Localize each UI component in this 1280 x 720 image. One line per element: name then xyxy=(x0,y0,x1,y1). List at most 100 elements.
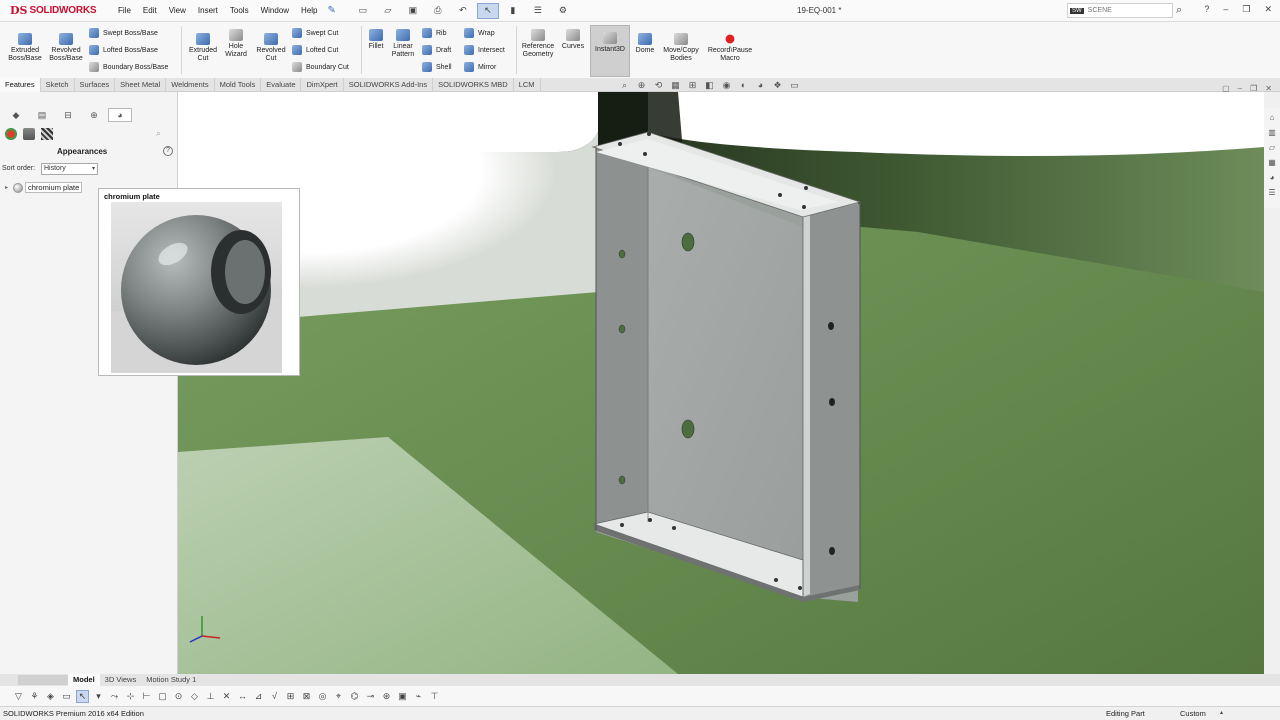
help-icon[interactable]: ? xyxy=(1204,4,1209,15)
extruded-boss-button[interactable]: Extruded Boss/Base xyxy=(6,33,44,63)
filter-connection-icon[interactable]: ⌁ xyxy=(412,690,425,703)
shell-button[interactable]: Shell xyxy=(422,62,452,72)
filter-cosmetic-icon[interactable]: ⌬ xyxy=(348,690,361,703)
menu-view[interactable]: View xyxy=(163,6,192,15)
part-model[interactable] xyxy=(591,131,862,602)
select-icon[interactable]: ↖ xyxy=(476,2,499,19)
appearance-tree-item[interactable]: ▸ chromium plate xyxy=(5,182,83,193)
open-icon[interactable]: ▱ xyxy=(377,3,399,19)
menu-file[interactable]: File xyxy=(112,6,137,15)
minimize-icon[interactable]: – xyxy=(1223,4,1228,15)
feature-manager-tab-icon[interactable]: ◆ xyxy=(4,108,28,122)
menu-edit[interactable]: Edit xyxy=(137,6,163,15)
print-icon[interactable]: ⎙ xyxy=(427,3,449,19)
extruded-cut-button[interactable]: Extruded Cut xyxy=(185,33,221,63)
filter-axes-icon[interactable]: ⊥ xyxy=(204,690,217,703)
previous-view-icon[interactable]: ⟲ xyxy=(652,80,665,91)
tab-solidworks-addins[interactable]: SOLIDWORKS Add-Ins xyxy=(344,78,434,92)
design-library-icon[interactable]: ▥ xyxy=(1266,126,1278,138)
select-dropdown-icon[interactable]: ▾ xyxy=(92,690,105,703)
apply-scene-icon[interactable]: ❖ xyxy=(771,80,784,91)
tab-3d-views[interactable]: 3D Views xyxy=(100,674,142,686)
pin-menu-icon[interactable]: ✎ xyxy=(328,5,336,16)
edit-appearance-icon[interactable]: ◕ xyxy=(754,80,767,91)
filter-icon[interactable]: ▽ xyxy=(12,690,25,703)
wrap-button[interactable]: Wrap xyxy=(464,28,495,38)
lofted-cut-button[interactable]: Lofted Cut xyxy=(292,45,338,55)
filter-points-icon[interactable]: ✕ xyxy=(220,690,233,703)
lofted-boss-button[interactable]: Lofted Boss/Base xyxy=(89,45,158,55)
filter-dimensions-icon[interactable]: ↔ xyxy=(236,690,249,703)
toggle-filter-icon[interactable]: ⚘ xyxy=(28,690,41,703)
zoom-area-icon[interactable]: ⊕ xyxy=(635,80,648,91)
tab-sheet-metal[interactable]: Sheet Metal xyxy=(115,78,167,92)
revolved-boss-button[interactable]: Revolved Boss/Base xyxy=(47,33,85,63)
view-settings-icon[interactable]: ▭ xyxy=(788,80,801,91)
filter-blocks-icon[interactable]: ▣ xyxy=(396,690,409,703)
tab-dimxpert[interactable]: DimXpert xyxy=(301,78,344,92)
graphics-area[interactable] xyxy=(178,92,1264,674)
undo-icon[interactable]: ↶ xyxy=(452,3,474,19)
scene-lights-cameras-icon[interactable] xyxy=(41,128,53,140)
linear-pattern-button[interactable]: Linear Pattern xyxy=(388,29,418,59)
configuration-manager-tab-icon[interactable]: ⊟ xyxy=(56,108,80,122)
move-copy-bodies-button[interactable]: Move/Copy Bodies xyxy=(659,33,703,63)
file-explorer-icon[interactable]: ▱ xyxy=(1266,141,1278,153)
rib-button[interactable]: Rib xyxy=(422,28,447,38)
boundary-cut-button[interactable]: Boundary Cut xyxy=(292,62,349,72)
unit-system-selector[interactable]: Custom xyxy=(1180,709,1206,718)
intersect-button[interactable]: Intersect xyxy=(464,45,505,55)
menu-help[interactable]: Help xyxy=(295,6,323,15)
solidworks-logo[interactable]: DS SOLIDWORKS xyxy=(0,4,112,17)
filter-routing-icon[interactable]: ⊤ xyxy=(428,690,441,703)
tab-solidworks-mbd[interactable]: SOLIDWORKS MBD xyxy=(433,78,514,92)
panel-search-icon[interactable]: ⌕ xyxy=(156,128,161,139)
file-properties-icon[interactable]: ☰ xyxy=(527,3,549,19)
solidworks-resources-icon[interactable]: ⌂ xyxy=(1266,111,1278,123)
tab-motion-study[interactable]: Motion Study 1 xyxy=(141,674,201,686)
reference-geometry-button[interactable]: Reference Geometry xyxy=(519,29,557,59)
dimxpert-manager-tab-icon[interactable]: ⊕ xyxy=(82,108,106,122)
selection-tools-icon[interactable]: ▭ xyxy=(60,690,73,703)
section-view-icon[interactable]: ▦ xyxy=(669,80,682,91)
save-icon[interactable]: ▣ xyxy=(402,3,424,19)
viewport-close-icon[interactable]: ✕ xyxy=(1265,84,1272,93)
custom-properties-icon[interactable]: ☰ xyxy=(1266,186,1278,198)
restore-icon[interactable]: ❐ xyxy=(1242,4,1250,15)
tab-mold-tools[interactable]: Mold Tools xyxy=(215,78,262,92)
record-macro-button[interactable]: Record\Pause Macro xyxy=(705,33,755,63)
filter-surface-finish-icon[interactable]: √ xyxy=(268,690,281,703)
tab-weldments[interactable]: Weldments xyxy=(166,78,215,92)
filter-hole-callout-icon[interactable]: ⊛ xyxy=(380,690,393,703)
sort-order-select[interactable]: History ▾ xyxy=(41,163,98,175)
viewport-restore-icon[interactable]: ❐ xyxy=(1250,84,1257,93)
decals-icon[interactable] xyxy=(23,128,35,140)
draft-button[interactable]: Draft xyxy=(422,45,451,55)
display-manager-tab-icon[interactable]: ◕ xyxy=(108,108,132,122)
menu-tools[interactable]: Tools xyxy=(224,6,255,15)
swept-boss-button[interactable]: Swept Boss/Base xyxy=(89,28,158,38)
hole-wizard-button[interactable]: Hole Wizard xyxy=(220,29,252,59)
property-manager-tab-icon[interactable]: ▤ xyxy=(30,108,54,122)
appearances-scenes-icon[interactable]: ◕ xyxy=(1266,171,1278,183)
lasso-icon[interactable]: ⤳ xyxy=(108,690,121,703)
zoom-to-fit-icon[interactable]: ⌕ xyxy=(618,80,631,91)
filter-balloons-icon[interactable]: ◎ xyxy=(316,690,329,703)
filter-planes-icon[interactable]: ◇ xyxy=(188,690,201,703)
dynamic-annotation-icon[interactable]: ⊞ xyxy=(686,80,699,91)
expand-arrow-icon[interactable]: ▸ xyxy=(5,184,8,191)
filter-weld-icon[interactable]: ⊠ xyxy=(300,690,313,703)
menu-window[interactable]: Window xyxy=(255,6,295,15)
filter-gtol-icon[interactable]: ⌖ xyxy=(332,690,345,703)
appearances-icon[interactable] xyxy=(5,128,17,140)
filter-faces-icon[interactable]: ▢ xyxy=(156,690,169,703)
filter-vertices-icon[interactable]: ⊹ xyxy=(124,690,137,703)
viewport-minimize-icon[interactable]: – xyxy=(1238,84,1242,93)
filter-sketch-icon[interactable]: ⊙ xyxy=(172,690,185,703)
menu-insert[interactable]: Insert xyxy=(192,6,224,15)
tab-surfaces[interactable]: Surfaces xyxy=(75,78,116,92)
options-icon[interactable]: ⚙ xyxy=(552,3,574,19)
tab-sketch[interactable]: Sketch xyxy=(41,78,75,92)
viewport-expand-icon[interactable]: ▢ xyxy=(1222,84,1230,93)
revolved-cut-button[interactable]: Revolved Cut xyxy=(253,33,289,63)
